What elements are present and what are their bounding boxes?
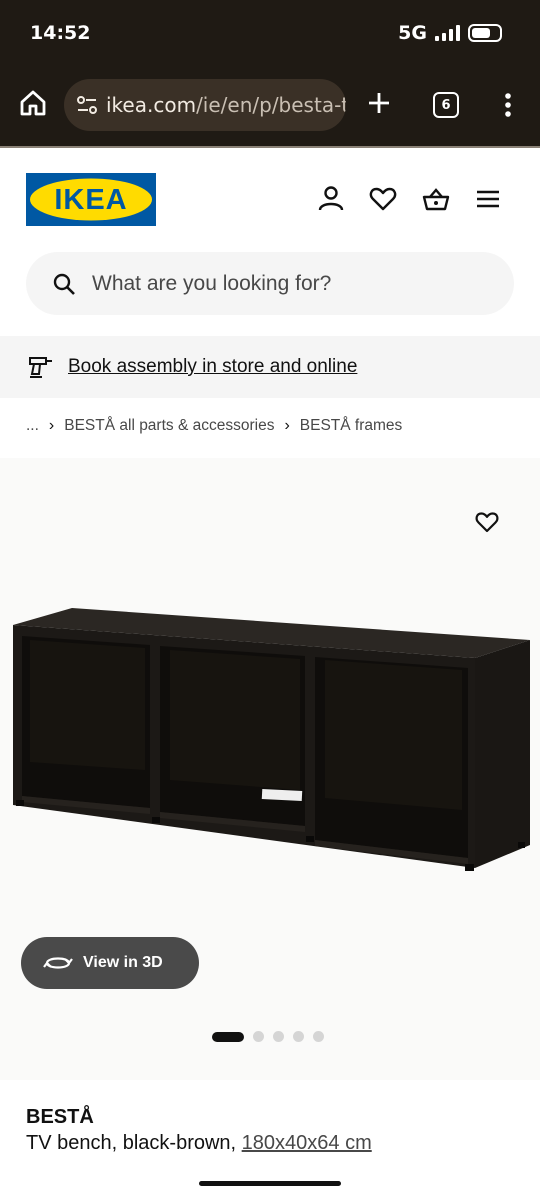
gallery-pagination: [212, 1031, 324, 1042]
breadcrumb-ellipsis[interactable]: ...: [26, 417, 39, 435]
pagination-dot[interactable]: [313, 1031, 324, 1042]
url-host: ikea.com: [106, 93, 197, 117]
product-type: TV bench, black-brown,: [26, 1132, 242, 1154]
pagination-dot[interactable]: [253, 1031, 264, 1042]
status-time: 14:52: [30, 22, 91, 44]
breadcrumb-item[interactable]: BESTÅ all parts & accessories: [64, 417, 274, 435]
favourite-heart-icon[interactable]: [474, 509, 500, 535]
account-icon[interactable]: [316, 184, 346, 214]
pagination-dot-active[interactable]: [212, 1031, 244, 1042]
gesture-home-indicator[interactable]: [199, 1181, 341, 1186]
drill-icon: [29, 357, 52, 378]
status-bar: 14:52 5G: [0, 0, 540, 70]
search-input[interactable]: What are you looking for?: [26, 252, 514, 315]
assembly-banner: Book assembly in store and online: [0, 336, 540, 398]
breadcrumb-item[interactable]: BESTÅ frames: [300, 417, 403, 435]
chevron-right-icon: ›: [48, 417, 55, 434]
product-size-link[interactable]: 180x40x64 cm: [242, 1132, 372, 1154]
breadcrumb: ... › BESTÅ all parts & accessories › BE…: [26, 417, 402, 435]
rotate-3d-icon: [43, 957, 73, 969]
search-icon: [53, 273, 75, 295]
more-options-icon[interactable]: [500, 90, 516, 120]
ikea-logo-text: IKEA: [54, 184, 127, 216]
url-text: ikea.com/ie/en/p/besta-t: [106, 93, 346, 117]
product-description: TV bench, black-brown, 180x40x64 cm: [26, 1132, 372, 1155]
ikea-logo[interactable]: IKEA: [26, 173, 156, 226]
battery-icon: [468, 24, 502, 42]
pagination-dot[interactable]: [273, 1031, 284, 1042]
status-indicators: 5G: [398, 22, 502, 44]
book-assembly-link[interactable]: Book assembly in store and online: [68, 356, 357, 378]
product-name: BESTÅ: [26, 1106, 94, 1128]
network-type: 5G: [398, 22, 427, 44]
tab-switcher-button[interactable]: 6: [433, 92, 459, 118]
hamburger-menu-icon[interactable]: [473, 184, 503, 214]
search-placeholder: What are you looking for?: [92, 271, 332, 295]
browser-divider-line: [0, 146, 540, 148]
view-in-3d-button[interactable]: View in 3D: [21, 937, 199, 989]
address-bar[interactable]: ikea.com/ie/en/p/besta-t: [64, 79, 346, 131]
url-path: /ie/en/p/besta-t: [196, 93, 346, 117]
new-tab-icon[interactable]: [364, 88, 394, 118]
product-image[interactable]: [10, 600, 535, 880]
pagination-dot[interactable]: [293, 1031, 304, 1042]
site-settings-icon[interactable]: [76, 94, 98, 116]
view-in-3d-label: View in 3D: [83, 954, 163, 971]
heart-icon[interactable]: [368, 184, 398, 214]
basket-icon[interactable]: [421, 184, 451, 214]
signal-icon: [435, 25, 460, 41]
chevron-right-icon: ›: [284, 417, 290, 434]
home-icon[interactable]: [18, 88, 48, 118]
